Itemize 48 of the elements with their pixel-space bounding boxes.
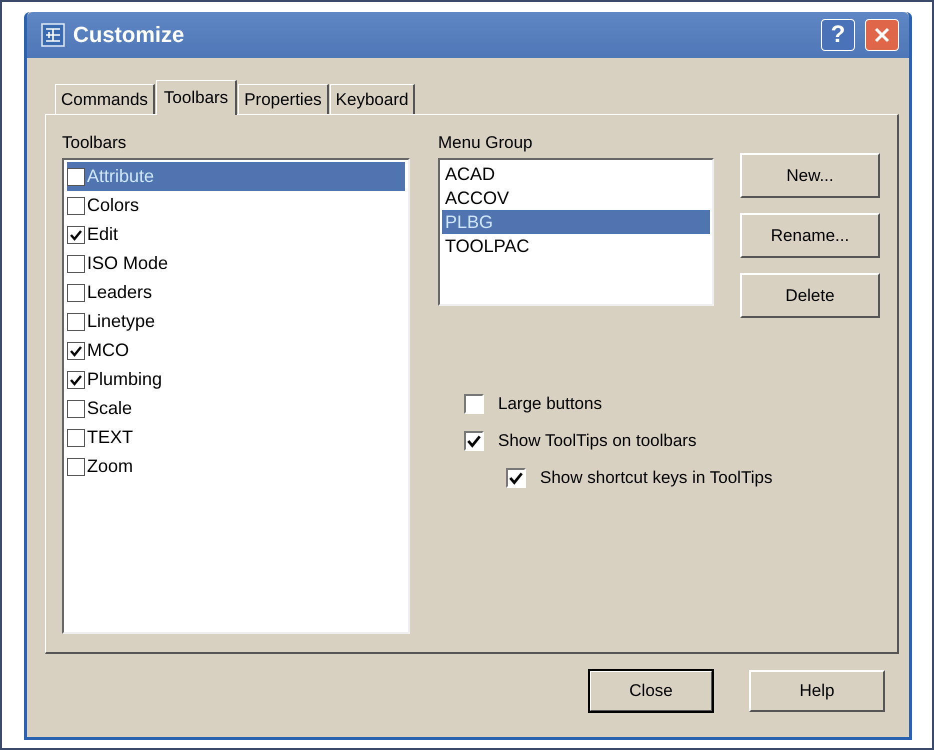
menu-group-item[interactable]: ACCOV	[442, 186, 710, 210]
help-button[interactable]: ?	[821, 19, 855, 51]
checkbox[interactable]	[67, 226, 85, 244]
checkbox[interactable]	[67, 168, 85, 186]
tab[interactable]: Properties	[238, 84, 329, 114]
tab[interactable]: Commands	[55, 84, 155, 114]
checkbox[interactable]	[67, 312, 85, 330]
dialog-button[interactable]: Close	[589, 670, 713, 712]
toolbar-item[interactable]: Edit	[67, 220, 405, 249]
menu-group-item[interactable]: ACAD	[442, 162, 710, 186]
checkbox[interactable]	[464, 394, 484, 414]
checkbox[interactable]	[67, 284, 85, 302]
checkbox[interactable]	[67, 196, 85, 214]
toolbar-item[interactable]: Plumbing	[67, 365, 405, 394]
toolbar-item[interactable]: Linetype	[67, 307, 405, 336]
close-icon	[872, 25, 892, 45]
checkbox[interactable]	[464, 431, 484, 451]
close-button[interactable]	[865, 19, 899, 51]
checkbox[interactable]	[67, 400, 85, 418]
toolbar-item[interactable]: Attribute	[67, 162, 405, 191]
checkbox[interactable]	[67, 458, 85, 476]
checkbox-label: Show shortcut keys in ToolTips	[540, 468, 772, 488]
menu-group-item[interactable]: PLBG	[442, 210, 710, 234]
group-button[interactable]: Delete	[740, 273, 880, 318]
group-button[interactable]: New...	[740, 153, 880, 198]
toolbar-item[interactable]: Scale	[67, 394, 405, 423]
checkbox[interactable]	[67, 370, 85, 388]
section-label: Toolbars	[62, 133, 128, 153]
toolbar-item[interactable]: Zoom	[67, 452, 405, 481]
checkbox[interactable]	[67, 342, 85, 360]
checkbox-label: Show ToolTips on toolbars	[498, 431, 696, 451]
checkbox[interactable]	[67, 254, 85, 272]
tab[interactable]: Toolbars	[156, 80, 238, 115]
toolbar-item[interactable]: ISO Mode	[67, 249, 405, 278]
group-button[interactable]: Rename...	[740, 213, 880, 258]
window-title: Customize	[73, 22, 184, 48]
dialog-button[interactable]: Help	[749, 670, 885, 712]
toolbar-item[interactable]: Leaders	[67, 278, 405, 307]
tab[interactable]: Keyboard	[330, 84, 416, 114]
checkbox-label: Large buttons	[498, 394, 602, 414]
toolbar-item[interactable]: TEXT	[67, 423, 405, 452]
section-label: Menu Group	[438, 133, 534, 153]
toolbar-item[interactable]: MCO	[67, 336, 405, 365]
toolbar-item[interactable]: Colors	[67, 191, 405, 220]
menu-group-item[interactable]: TOOLPAC	[442, 234, 710, 258]
checkbox[interactable]	[67, 428, 85, 446]
checkbox[interactable]	[506, 468, 526, 488]
app-icon	[41, 23, 65, 47]
